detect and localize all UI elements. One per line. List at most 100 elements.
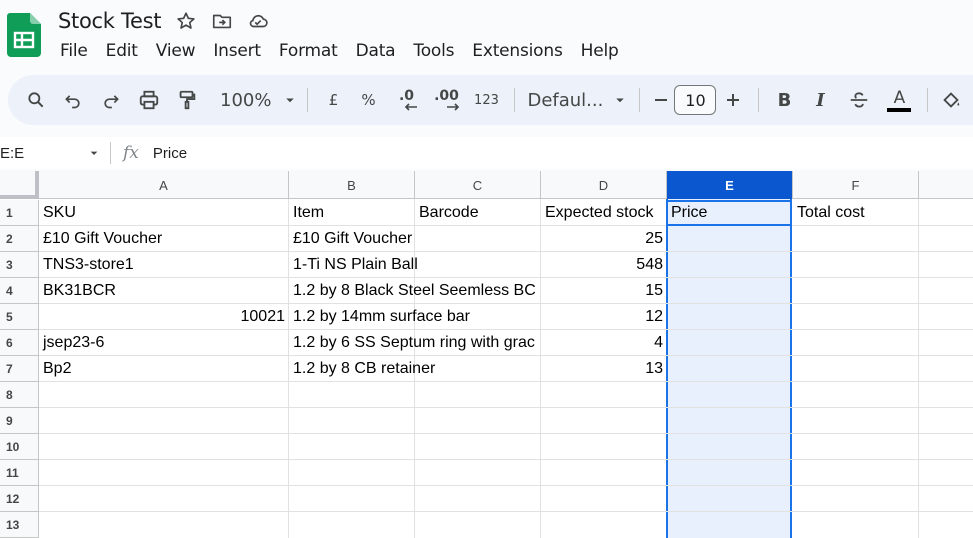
cell-a3[interactable]: TNS3-store1 xyxy=(39,252,289,278)
cloud-saved-icon[interactable] xyxy=(247,10,269,32)
title-icons xyxy=(175,10,269,32)
cell-a5[interactable]: 10021 xyxy=(39,304,289,330)
row-header[interactable]: 10 xyxy=(0,434,39,460)
decrease-font-size-button[interactable] xyxy=(648,84,674,116)
more-formats-button[interactable]: 123 xyxy=(466,84,506,116)
sheets-window: Stock Test File Edit View Insert Format … xyxy=(0,0,973,538)
formula-input[interactable]: Price xyxy=(153,145,187,162)
row-header[interactable]: 11 xyxy=(0,460,39,486)
search-menus-button[interactable] xyxy=(22,84,50,116)
cell-c1[interactable]: Barcode xyxy=(415,200,541,226)
row-header[interactable]: 9 xyxy=(0,408,39,434)
increase-decimal-button[interactable]: .00 xyxy=(426,84,466,116)
gridline xyxy=(39,407,973,408)
row-header[interactable]: 5 xyxy=(0,304,39,330)
percent-format-button[interactable]: % xyxy=(350,84,386,116)
spreadsheet-grid: A B C D E F 1 2 3 4 5 6 7 8 9 10 11 12 1… xyxy=(0,171,973,538)
name-box-value: E:E xyxy=(0,144,25,162)
cell-a1[interactable]: SKU xyxy=(39,200,289,226)
move-folder-icon[interactable] xyxy=(211,10,233,32)
cell-b2[interactable]: £10 Gift Voucher xyxy=(289,226,541,252)
menu-view[interactable]: View xyxy=(147,41,205,61)
name-box[interactable]: E:E xyxy=(0,137,110,169)
row-header[interactable]: 8 xyxy=(0,382,39,408)
font-select[interactable]: Defaul... xyxy=(523,84,631,116)
document-title[interactable]: Stock Test xyxy=(58,9,161,33)
sheets-logo-icon[interactable] xyxy=(7,13,41,57)
increase-font-size-button[interactable] xyxy=(716,84,750,116)
gridline xyxy=(918,199,919,538)
undo-button[interactable] xyxy=(54,84,92,116)
fill-color-button[interactable] xyxy=(936,84,966,116)
strikethrough-button[interactable] xyxy=(839,84,879,116)
redo-button[interactable] xyxy=(92,84,130,116)
bold-button[interactable]: B xyxy=(767,84,801,116)
cell-b5[interactable]: 1.2 by 14mm surface bar xyxy=(289,304,541,330)
row-header[interactable]: 7 xyxy=(0,356,39,382)
menu-file[interactable]: File xyxy=(51,41,97,61)
gridline xyxy=(39,485,973,486)
row-header[interactable]: 4 xyxy=(0,278,39,304)
gridline xyxy=(39,511,973,512)
cell-d7[interactable]: 13 xyxy=(541,356,667,382)
cell-b7[interactable]: 1.2 by 8 CB retainer xyxy=(289,356,541,382)
cell-d1[interactable]: Expected stock xyxy=(541,200,667,226)
row-header[interactable]: 3 xyxy=(0,252,39,278)
menu-format[interactable]: Format xyxy=(270,41,347,61)
zoom-value: 100% xyxy=(220,89,272,111)
cell-e1[interactable]: Price xyxy=(667,200,793,226)
cell-d2[interactable]: 25 xyxy=(541,226,667,252)
paint-format-icon xyxy=(179,90,196,110)
row-header[interactable]: 12 xyxy=(0,486,39,512)
currency-format-button[interactable]: £ xyxy=(316,84,350,116)
decrease-decimal-button[interactable]: .0 xyxy=(386,84,426,116)
cell-b1[interactable]: Item xyxy=(289,200,415,226)
formula-bar: E:E fx Price xyxy=(0,137,973,169)
chevron-down-icon xyxy=(90,151,98,155)
font-value: Defaul... xyxy=(527,89,604,111)
column-header-e[interactable]: E xyxy=(667,171,793,199)
paint-format-button[interactable] xyxy=(168,84,206,116)
row-header[interactable]: 6 xyxy=(0,330,39,356)
cell-b3[interactable]: 1-Ti NS Plain Ball xyxy=(289,252,541,278)
menu-help[interactable]: Help xyxy=(572,41,628,61)
cell-f1[interactable]: Total cost xyxy=(793,200,919,226)
row-header[interactable]: 13 xyxy=(0,512,39,538)
search-icon xyxy=(28,92,44,108)
text-color-button[interactable]: A xyxy=(879,84,919,116)
row-header[interactable]: 1 xyxy=(0,200,39,226)
font-size-input[interactable]: 10 xyxy=(674,85,717,115)
cell-d4[interactable]: 15 xyxy=(541,278,667,304)
menu-insert[interactable]: Insert xyxy=(204,41,270,61)
print-button[interactable] xyxy=(130,84,168,116)
column-header-c[interactable]: C xyxy=(415,171,541,199)
text-color-label: A xyxy=(893,87,906,108)
cell-b4[interactable]: 1.2 by 8 Black Steel Seemless BС xyxy=(289,278,541,304)
menu-tools[interactable]: Tools xyxy=(404,41,463,61)
cell-a4[interactable]: BK31BCR xyxy=(39,278,289,304)
column-header-f[interactable]: F xyxy=(793,171,919,199)
cell-d3[interactable]: 548 xyxy=(541,252,667,278)
minus-icon xyxy=(655,99,668,101)
bold-label: B xyxy=(777,89,792,111)
column-header-d[interactable]: D xyxy=(541,171,667,199)
menu-edit[interactable]: Edit xyxy=(97,41,147,61)
italic-button[interactable]: I xyxy=(801,84,839,116)
cell-b6[interactable]: 1.2 by 6 SS Septum ring with grac xyxy=(289,330,541,356)
menu-data[interactable]: Data xyxy=(347,41,405,61)
italic-label: I xyxy=(816,89,825,111)
cell-d5[interactable]: 12 xyxy=(541,304,667,330)
column-header-b[interactable]: B xyxy=(289,171,415,199)
cell-d6[interactable]: 4 xyxy=(541,330,667,356)
cell-a6[interactable]: jsep23-6 xyxy=(39,330,289,356)
select-all-corner[interactable] xyxy=(0,171,39,199)
arrow-right-icon xyxy=(447,103,460,111)
toolbar-divider xyxy=(758,88,760,112)
cell-a2[interactable]: £10 Gift Voucher xyxy=(39,226,289,252)
star-icon[interactable] xyxy=(175,10,197,32)
menu-extensions[interactable]: Extensions xyxy=(463,41,571,61)
zoom-select[interactable]: 100% xyxy=(220,84,299,116)
row-header[interactable]: 2 xyxy=(0,226,39,252)
column-header-a[interactable]: A xyxy=(39,171,289,199)
cell-a7[interactable]: Bp2 xyxy=(39,356,289,382)
